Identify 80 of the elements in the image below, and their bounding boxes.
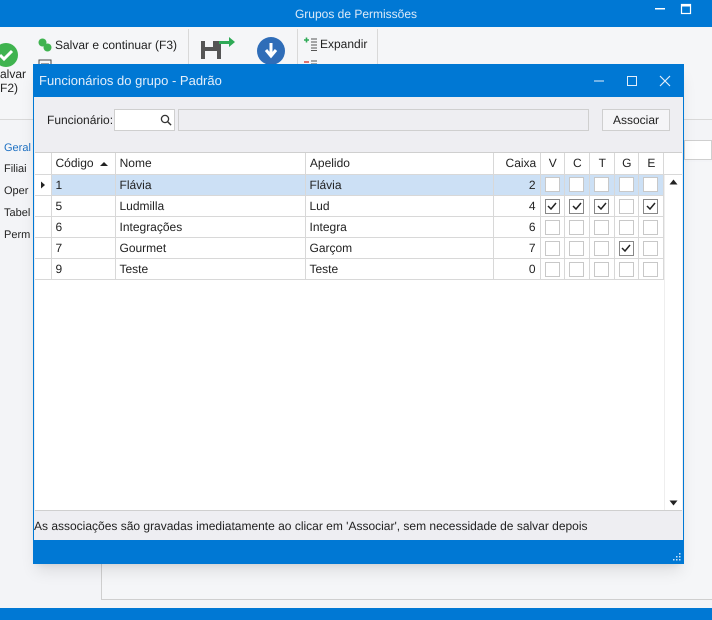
checkbox[interactable] <box>643 240 658 256</box>
scroll-up-icon <box>669 178 678 184</box>
table-cell: Teste <box>115 258 305 280</box>
table-row[interactable]: 7 Gourmet Garçom 7 <box>35 238 664 258</box>
sort-ascending-icon <box>98 160 110 168</box>
column-header[interactable]: G <box>614 153 639 174</box>
maximize-icon <box>680 3 692 15</box>
checkbox[interactable] <box>569 220 584 234</box>
column-header[interactable]: V <box>540 153 565 174</box>
check-circle-icon <box>38 38 52 52</box>
column-header[interactable]: Nome <box>115 153 306 174</box>
column-header[interactable]: C <box>564 153 590 174</box>
window-title: Grupos de Permissões <box>294 6 418 22</box>
checkbox[interactable] <box>618 177 634 192</box>
maximize-icon[interactable] <box>626 75 638 87</box>
table-row[interactable]: 6 Integrações Integra 6 <box>35 216 664 238</box>
checkbox[interactable] <box>594 240 609 256</box>
resize-grip-icon <box>673 553 681 561</box>
table-cell: Teste <box>305 258 493 280</box>
checkbox[interactable] <box>618 198 634 214</box>
checkbox[interactable] <box>618 262 634 276</box>
note-text: As associações são gravadas imediatamente ao clicar em 'Associar', sem necessidade de salvar depois <box>34 518 588 534</box>
check-icon <box>621 244 631 252</box>
download-icon <box>257 37 285 65</box>
checkbox[interactable] <box>594 262 609 276</box>
check-icon <box>596 202 606 210</box>
scroll-down-icon <box>669 500 678 506</box>
check-icon <box>572 202 582 210</box>
sidebar-item[interactable]: Oper <box>4 180 28 202</box>
ribbon-button[interactable] <box>201 37 235 59</box>
search-field[interactable] <box>114 109 175 131</box>
checkbox[interactable] <box>594 177 609 192</box>
dialog-title: Funcionários do grupo - Padrão <box>39 72 223 90</box>
checkbox[interactable] <box>544 240 560 256</box>
expand-icon <box>304 37 318 51</box>
close-icon[interactable] <box>658 75 670 87</box>
save-button[interactable]: alvar F2) <box>0 33 26 95</box>
associate-button[interactable]: Associar <box>602 109 670 131</box>
search-icon <box>160 114 172 126</box>
check-icon <box>646 202 656 210</box>
checkbox[interactable] <box>544 220 560 234</box>
checkbox[interactable] <box>544 262 560 276</box>
collapse-icon <box>304 59 318 67</box>
checkbox[interactable] <box>643 262 658 276</box>
sidebar-item[interactable]: Perm <box>4 224 30 246</box>
ribbon-button[interactable]: Expandir <box>304 35 377 53</box>
checkbox[interactable] <box>643 198 658 214</box>
checkbox[interactable] <box>569 240 584 256</box>
checkbox[interactable] <box>643 177 658 192</box>
column-header[interactable]: Caixa <box>494 153 541 174</box>
checkbox[interactable] <box>569 198 584 214</box>
column-header[interactable]: T <box>590 153 615 174</box>
input-field[interactable] <box>684 140 712 160</box>
ribbon-button[interactable] <box>257 37 285 65</box>
checkbox[interactable] <box>643 220 658 234</box>
column-header[interactable]: E <box>638 153 664 174</box>
field-label: Funcionário: <box>47 112 114 129</box>
column-header[interactable]: Código <box>51 153 116 174</box>
table-cell: 0 <box>493 258 540 280</box>
text-field[interactable] <box>178 109 589 131</box>
row-pointer-icon <box>39 180 47 189</box>
checkbox[interactable] <box>569 262 584 276</box>
ribbon-button[interactable]: Salvar e continuar (F3) <box>38 37 188 53</box>
table-row[interactable]: 1 Flávia Flávia 2 <box>35 174 664 196</box>
checkbox[interactable] <box>594 220 609 234</box>
save-arrow-icon <box>201 37 235 59</box>
tab[interactable]: Geral <box>4 138 31 158</box>
check-icon <box>547 202 557 210</box>
checkbox[interactable] <box>544 198 560 214</box>
table-row[interactable]: 5 Ludmilla Lud 4 <box>35 196 664 216</box>
sidebar-item[interactable]: Filiai <box>4 158 27 180</box>
checkbox[interactable] <box>618 220 634 234</box>
table-row[interactable]: 9 Teste Teste 0 <box>35 258 664 280</box>
checkbox[interactable] <box>569 177 584 192</box>
checkbox[interactable] <box>618 240 634 256</box>
sidebar-item[interactable]: Tabel <box>4 202 30 224</box>
table-cell: 9 <box>51 258 115 280</box>
column-header[interactable]: Apelido <box>305 153 494 174</box>
checkbox[interactable] <box>544 177 560 192</box>
checkbox[interactable] <box>594 198 609 214</box>
